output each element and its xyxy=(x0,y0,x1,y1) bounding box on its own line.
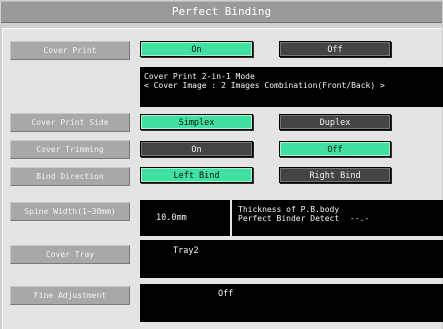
thickness-line2: Perfect Binder Detect xyxy=(238,214,340,223)
thickness-detect-value: --.- xyxy=(349,214,370,223)
cover-print-off-button[interactable]: Off xyxy=(279,41,391,57)
cover-print-side-label: Cover Print Side xyxy=(10,113,130,132)
cover-tray-value: Tray2 xyxy=(173,246,199,256)
duplex-button[interactable]: Duplex xyxy=(279,114,391,130)
cover-trimming-label: Cover Trimming xyxy=(10,140,130,159)
thickness-info: Thickness of P.B.body Perfect Binder Det… xyxy=(232,200,443,236)
thickness-line1: Thickness of P.B.body xyxy=(238,205,340,214)
cover-tray-label: Cover Tray xyxy=(10,245,130,264)
fine-adjustment-value: Off xyxy=(218,289,234,299)
cover-trimming-on-button[interactable]: On xyxy=(140,141,253,157)
cover-trimming-off-button[interactable]: Off xyxy=(279,141,391,157)
cover-print-on-button[interactable]: On xyxy=(140,41,253,57)
cover-print-label: Cover Print xyxy=(10,41,130,60)
cover-print-mode-line1: Cover Print 2-in-1 Mode xyxy=(144,72,255,81)
cover-print-mode-info: Cover Print 2-in-1 Mode < Cover Image : … xyxy=(140,67,443,107)
title-bar: Perfect Binding xyxy=(1,1,442,23)
bind-direction-label: Bind Direction xyxy=(10,167,130,186)
fine-adjustment-field[interactable]: Off xyxy=(140,284,443,322)
spine-width-input[interactable]: 10.0mm xyxy=(140,200,230,236)
fine-adjustment-label: Fine Adjustment xyxy=(10,286,130,305)
cover-print-mode-line2: < Cover Image : 2 Images Combination(Fro… xyxy=(144,81,385,90)
right-bind-button[interactable]: Right Bind xyxy=(279,167,391,183)
screen-title: Perfect Binding xyxy=(171,5,272,18)
spine-width-label: Spine Width(1~30mm) xyxy=(10,202,130,221)
cover-tray-field[interactable]: Tray2 xyxy=(140,240,443,278)
simplex-button[interactable]: Simplex xyxy=(140,114,253,130)
left-bind-button[interactable]: Left Bind xyxy=(140,167,253,183)
